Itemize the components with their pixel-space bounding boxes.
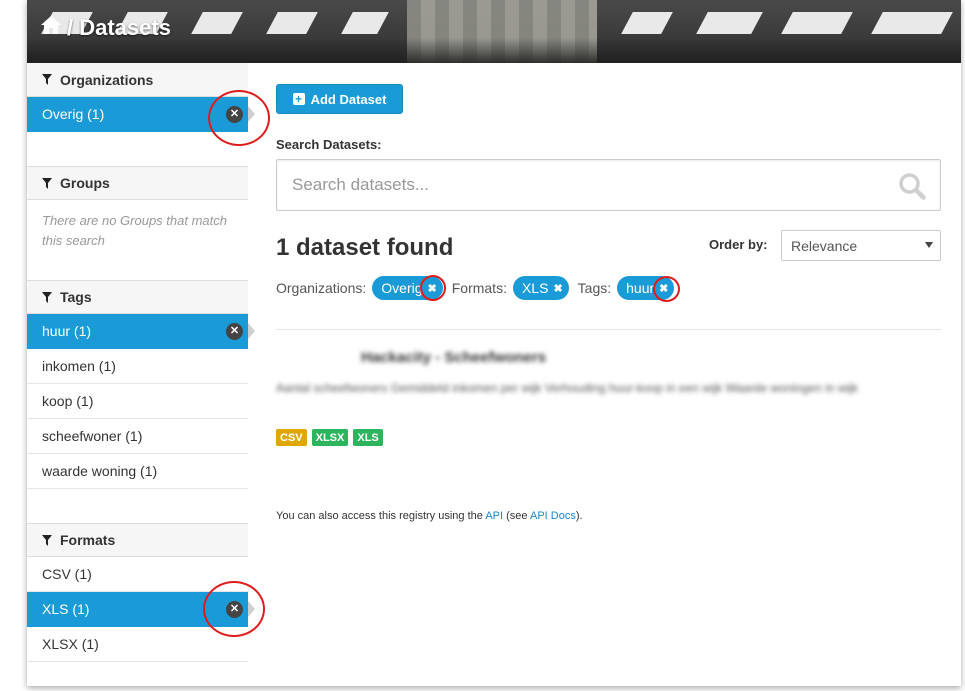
facet-item-inkomen[interactable]: inkomen (1) [27,349,248,384]
facet-heading: Organizations [27,63,248,97]
filter-icon [42,177,52,189]
page-frame: / Datasets Organizations Overig (1) ✕ Gr… [27,0,961,686]
dataset-title[interactable]: Hackacity - Scheefwoners [361,349,546,366]
filter-label: Organizations: [276,280,367,296]
filter-label: Formats: [451,280,507,296]
api-docs-link[interactable]: API Docs [530,510,576,522]
api-note: You can also access this registry using … [276,510,583,522]
facet-heading: Groups [27,166,248,200]
hero-banner: / Datasets [27,0,961,63]
filter-icon [42,74,52,85]
annotation-ring [208,90,270,146]
breadcrumb: / Datasets [40,15,171,41]
format-badge-xls[interactable]: XLS [353,429,383,446]
filter-icon [42,534,52,546]
format-badge-xlsx[interactable]: XLSX [311,429,349,446]
divider [276,329,941,330]
facet-tags: Tags huur (1) ✕ inkomen (1) koop (1) sch… [27,280,255,523]
result-count: 1 dataset found [276,234,454,261]
order-by-label: Order by: [709,237,768,252]
home-icon[interactable] [40,15,62,41]
close-icon[interactable]: ✖ [553,282,562,295]
main-content: + Add Dataset Search Datasets: 1 dataset… [276,63,941,686]
annotation-ring [653,276,680,302]
facet-item-waarde-woning[interactable]: waarde woning (1) [27,454,248,489]
facet-groups: Groups There are no Groups that match th… [27,166,248,280]
facet-item-xlsx[interactable]: XLSX (1) [27,627,248,662]
filter-icon [42,291,52,303]
annotation-ring [420,275,446,301]
remove-filter-icon[interactable]: ✕ [226,323,243,340]
chevron-down-icon [925,242,933,248]
dataset-notes: Aantal scheefwoners Gemiddeld inkomen pe… [276,381,858,395]
add-dataset-button[interactable]: + Add Dataset [276,84,403,114]
facet-item-scheefwoner[interactable]: scheefwoner (1) [27,419,248,454]
facet-empty-text: There are no Groups that match this sear… [27,200,248,262]
plus-icon: + [292,93,305,105]
page-title: / Datasets [67,15,171,40]
filter-label: Tags: [577,280,612,296]
facet-item-huur[interactable]: huur (1) ✕ [27,314,255,349]
annotation-ring [203,581,265,637]
search-icon[interactable] [898,172,926,200]
dataset-formats: CSV XLSX XLS [276,429,383,446]
facet-heading: Tags [27,280,248,314]
search-box [276,159,941,211]
filter-pill-format[interactable]: XLS ✖ [512,276,569,300]
order-by-select[interactable]: Relevance [781,230,941,261]
active-filters: Organizations: Overig ✖ Formats: XLS ✖ Tag… [276,276,683,300]
facet-item-koop[interactable]: koop (1) [27,384,248,419]
search-label: Search Datasets: [276,137,382,152]
facet-heading: Formats [27,523,248,557]
format-badge-csv[interactable]: CSV [276,429,307,446]
api-link[interactable]: API [485,510,503,522]
search-input[interactable] [278,161,878,209]
